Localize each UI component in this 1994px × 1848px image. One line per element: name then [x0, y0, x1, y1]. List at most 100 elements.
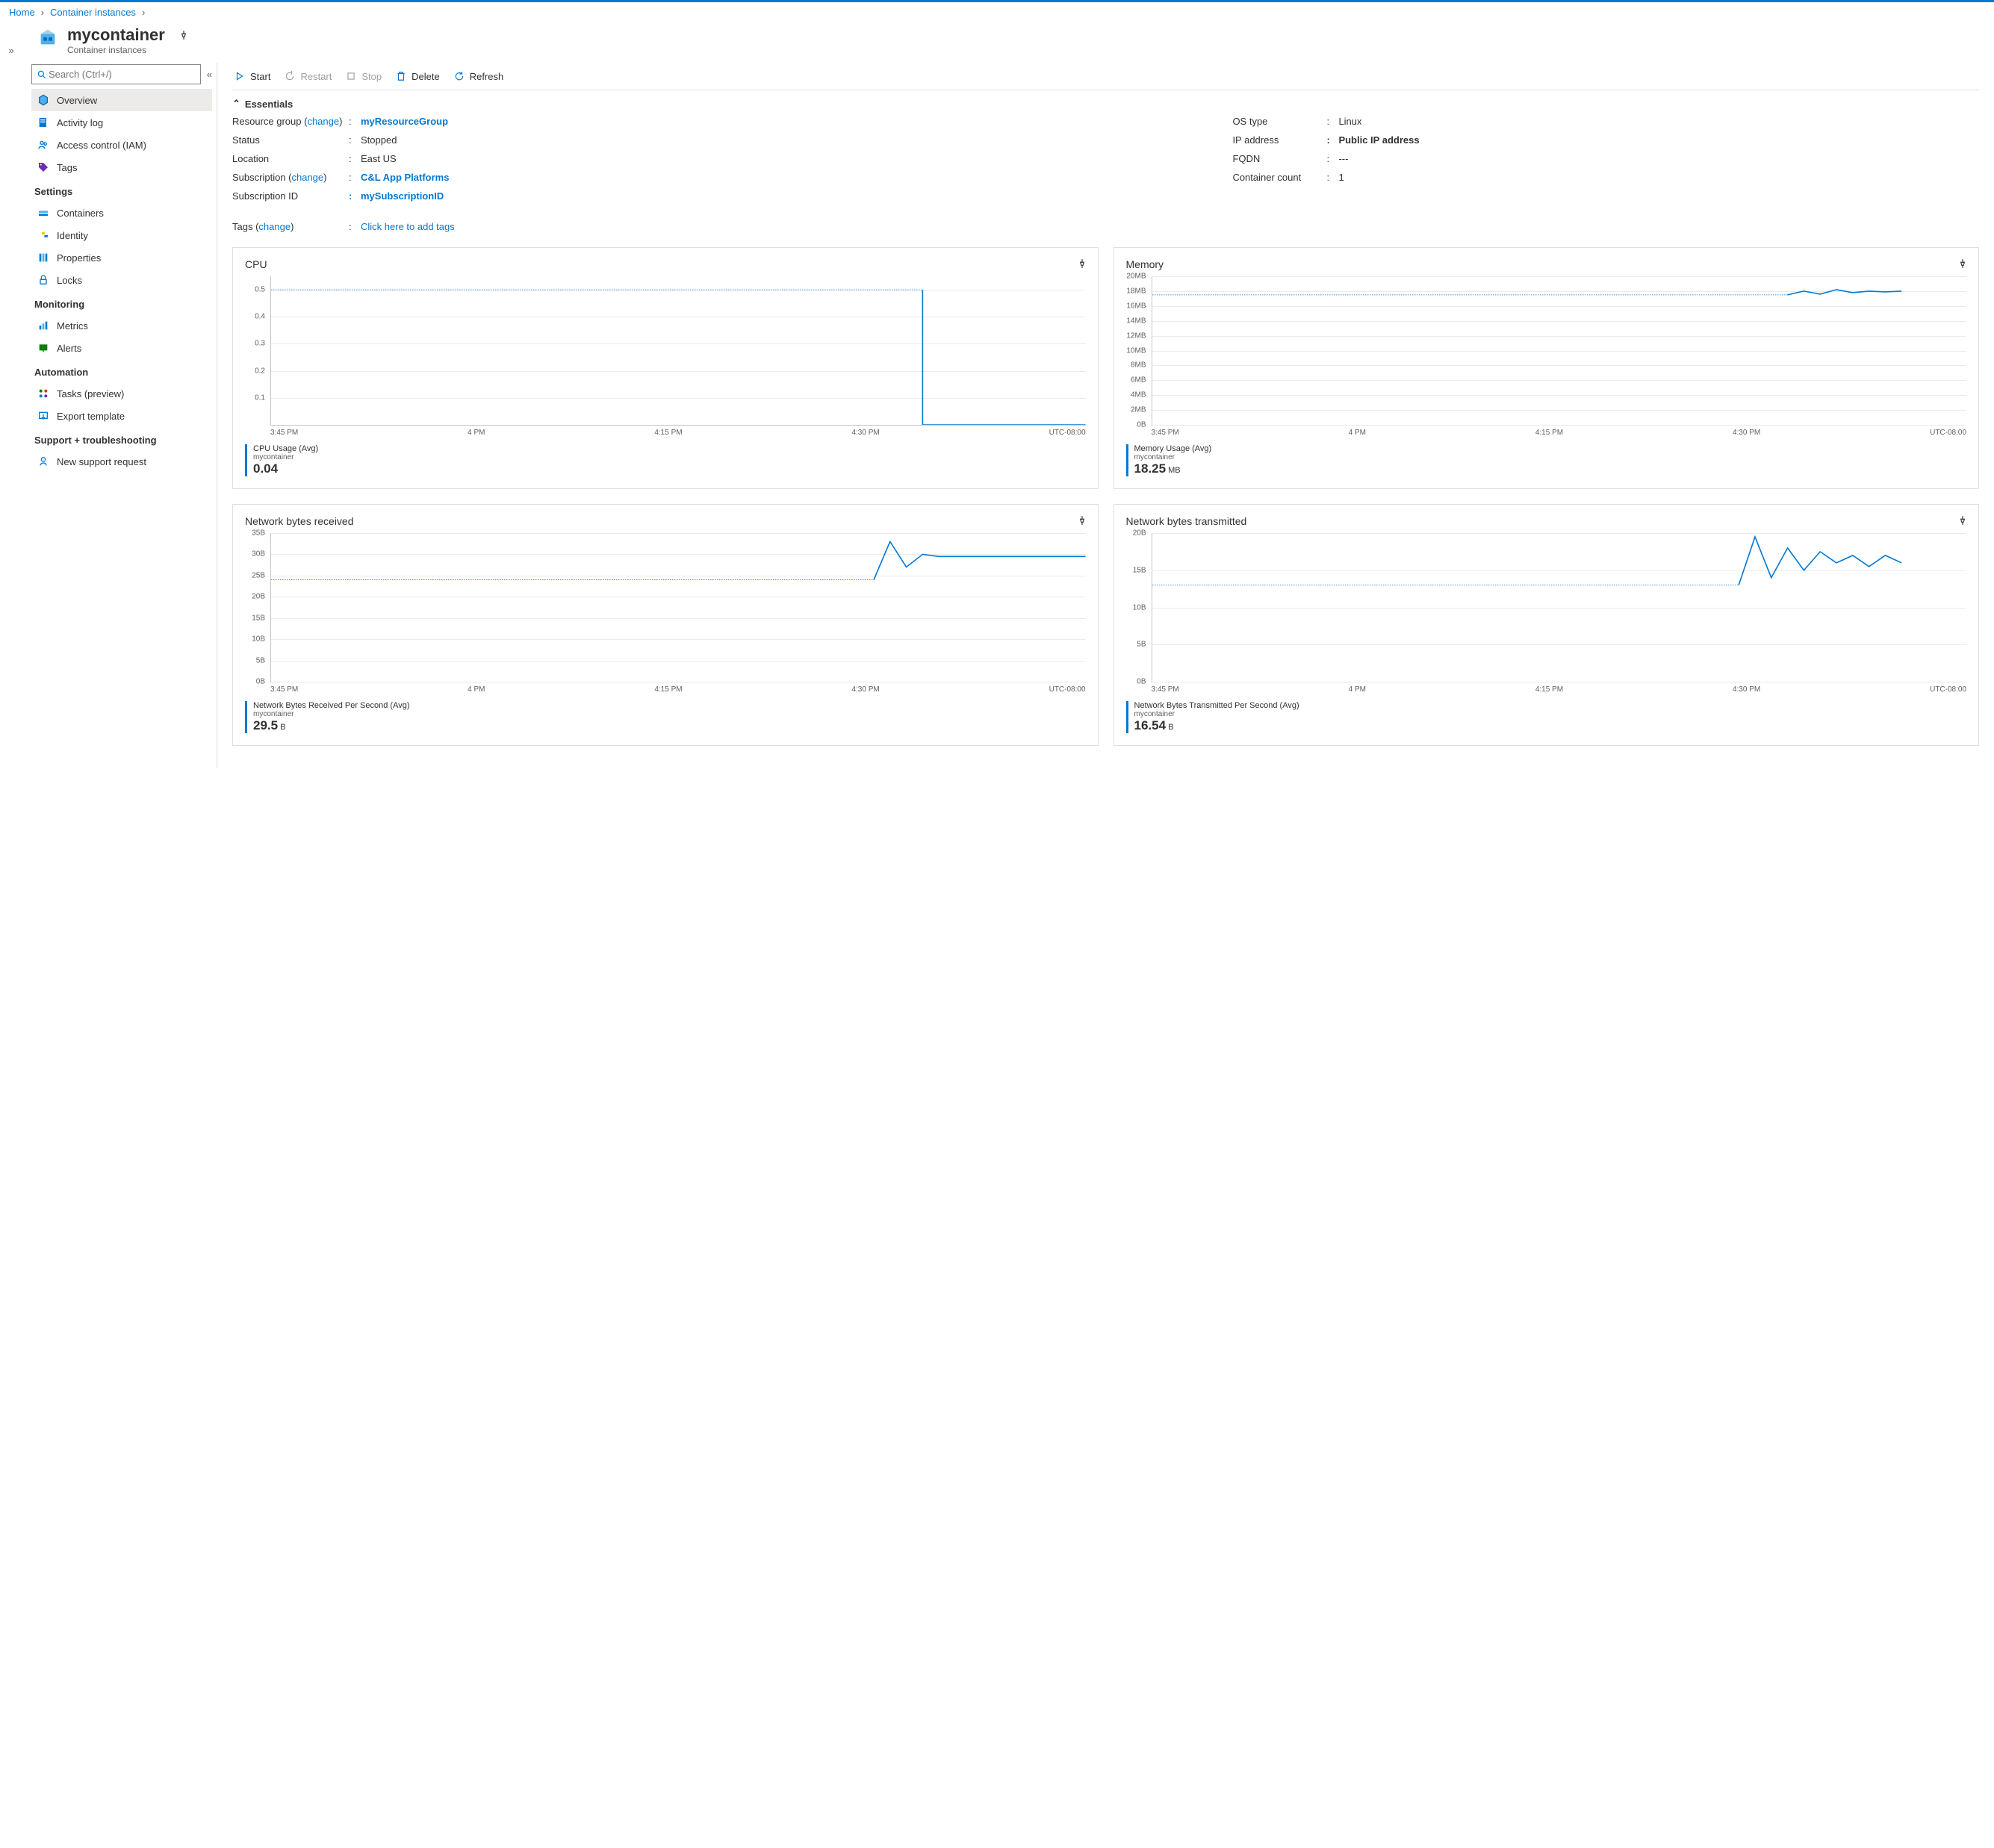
alerts-icon — [37, 342, 49, 354]
containers-icon — [37, 207, 49, 219]
nav-item-label: New support request — [57, 456, 146, 467]
pin-icon[interactable] — [1957, 515, 1968, 528]
chevron-right-icon: › — [142, 7, 145, 18]
breadcrumb: Home › Container instances › — [0, 2, 1994, 22]
nav-item-properties[interactable]: Properties — [31, 246, 212, 269]
tag-icon — [37, 161, 49, 173]
page-subtitle: Container instances — [67, 45, 165, 55]
restart-button: Restart — [284, 70, 332, 82]
container-count-value: 1 — [1338, 172, 1344, 183]
nav-item-tags[interactable]: Tags — [31, 156, 212, 178]
pin-icon[interactable] — [178, 30, 189, 43]
nav-item-overview[interactable]: Overview — [31, 89, 212, 111]
chart-title: CPU — [245, 258, 1086, 270]
delete-icon — [395, 70, 407, 82]
nav-item-metrics[interactable]: Metrics — [31, 314, 212, 337]
change-tags-link[interactable]: change — [258, 221, 291, 232]
nav-item-containers[interactable]: Containers — [31, 202, 212, 224]
support-icon — [37, 455, 49, 467]
essentials-title: Essentials — [245, 99, 293, 110]
pin-icon[interactable] — [1077, 515, 1087, 528]
ip-address-label: IP address — [1232, 134, 1322, 146]
container-instances-icon — [36, 25, 60, 49]
chart-card[interactable]: Network bytes received 35B30B25B20B15B10B… — [232, 504, 1099, 746]
nav-item-identity[interactable]: Identity — [31, 224, 212, 246]
refresh-icon — [453, 70, 465, 82]
resource-group-value[interactable]: myResourceGroup — [361, 116, 448, 127]
restart-label: Restart — [300, 71, 332, 82]
breadcrumb-parent[interactable]: Container instances — [50, 7, 136, 18]
chart-title: Network bytes received — [245, 515, 1086, 527]
nav-item-export-template[interactable]: Export template — [31, 405, 212, 427]
subscription-value[interactable]: C&L App Platforms — [361, 172, 449, 183]
essentials-toggle[interactable]: ⌃ Essentials — [232, 96, 1979, 116]
main-content: Start Restart Stop Delete — [217, 63, 1994, 768]
search-icon — [37, 69, 47, 80]
chart-area: 35B30B25B20B15B10B5B0B — [270, 533, 1086, 682]
chart-card[interactable]: Memory20MB18MB16MB14MB12MB10MB8MB6MB4MB2… — [1114, 247, 1980, 489]
nav-item-locks[interactable]: Locks — [31, 269, 212, 291]
chart-card[interactable]: CPU0.50.40.30.20.13:45 PM4 PM4:15 PM4:30… — [232, 247, 1099, 489]
nav-item-label: Overview — [57, 95, 97, 106]
toolbar: Start Restart Stop Delete — [232, 63, 1979, 90]
nav-section-automation: Automation — [31, 359, 212, 382]
status-value: Stopped — [361, 134, 397, 146]
nav-item-access-control-iam-[interactable]: Access control (IAM) — [31, 134, 212, 156]
sidebar-search[interactable] — [31, 64, 201, 84]
subscription-id-label: Subscription ID — [232, 190, 344, 202]
fqdn-value: --- — [1338, 153, 1348, 164]
change-subscription-link[interactable]: change — [291, 172, 323, 183]
identity-icon — [37, 229, 49, 241]
nav-item-label: Tags — [57, 162, 77, 173]
nav-section-support: Support + troubleshooting — [31, 427, 212, 450]
breadcrumb-home[interactable]: Home — [9, 7, 35, 18]
search-input[interactable] — [47, 67, 196, 81]
start-label: Start — [250, 71, 270, 82]
collapse-sidebar-icon[interactable]: « — [207, 69, 212, 80]
change-resource-group-link[interactable]: change — [307, 116, 339, 127]
chart-area: 20B15B10B5B0B — [1152, 533, 1967, 682]
delete-label: Delete — [411, 71, 440, 82]
refresh-button[interactable]: Refresh — [453, 70, 504, 82]
subscription-id-value[interactable]: mySubscriptionID — [361, 190, 444, 202]
delete-button[interactable]: Delete — [395, 70, 440, 82]
start-button[interactable]: Start — [234, 70, 270, 82]
stop-button: Stop — [345, 70, 382, 82]
location-label: Location — [232, 153, 344, 164]
nav-item-activity-log[interactable]: Activity log — [31, 111, 212, 134]
nav-section-monitoring: Monitoring — [31, 291, 212, 314]
tags-value[interactable]: Click here to add tags — [361, 221, 455, 232]
resource-group-label: Resource group (change) — [232, 116, 344, 127]
chart-card[interactable]: Network bytes transmitted20B15B10B5B0B3:… — [1114, 504, 1980, 746]
cube-icon — [37, 94, 49, 106]
metrics-icon — [37, 320, 49, 332]
iam-icon — [37, 139, 49, 151]
refresh-label: Refresh — [470, 71, 504, 82]
location-value: East US — [361, 153, 397, 164]
pin-icon[interactable] — [1077, 258, 1087, 271]
restart-icon — [284, 70, 296, 82]
nav-item-new-support-request[interactable]: New support request — [31, 450, 212, 473]
chart-legend: Memory Usage (Avg)mycontainer18.25 MB — [1126, 444, 1967, 476]
nav-item-tasks-preview-[interactable]: Tasks (preview) — [31, 382, 212, 405]
sidebar: « Overview Activity log Access control (IA… — [22, 63, 217, 488]
page-header: mycontainer Container instances — [22, 22, 1994, 63]
chevron-up-icon: ⌃ — [232, 98, 240, 110]
nav-item-label: Access control (IAM) — [57, 140, 146, 151]
chart-title: Network bytes transmitted — [1126, 515, 1967, 527]
nav-item-label: Export template — [57, 411, 125, 422]
status-label: Status — [232, 134, 344, 146]
nav-item-label: Properties — [57, 252, 101, 264]
stop-label: Stop — [361, 71, 382, 82]
nav-item-label: Locks — [57, 275, 82, 286]
lock-icon — [37, 274, 49, 286]
pin-icon[interactable] — [1957, 258, 1968, 271]
page-title: mycontainer — [67, 25, 165, 45]
log-icon — [37, 116, 49, 128]
nav-item-label: Metrics — [57, 320, 88, 332]
chevron-right-icon: › — [41, 7, 44, 18]
expand-rail-icon[interactable]: » — [8, 45, 13, 56]
nav-item-alerts[interactable]: Alerts — [31, 337, 212, 359]
nav-item-label: Alerts — [57, 343, 81, 354]
tasks-icon — [37, 388, 49, 399]
